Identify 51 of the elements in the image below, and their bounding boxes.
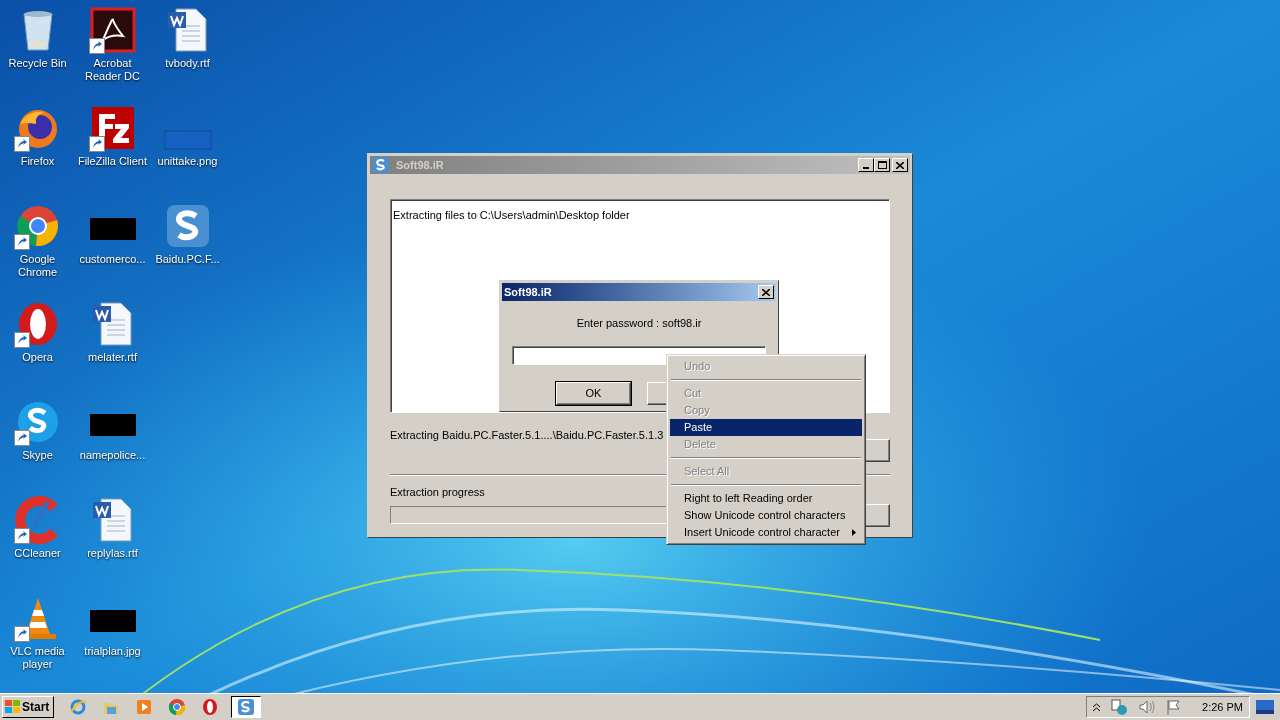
close-icon <box>762 288 770 296</box>
maximize-button[interactable] <box>874 158 890 172</box>
desktop-icon-label[interactable]: Skype <box>0 449 75 462</box>
desktop-icon-label[interactable]: Google Chrome <box>0 253 75 279</box>
desktop-icon-label[interactable]: unittake.png <box>150 155 225 168</box>
chevron-up-icon[interactable] <box>1093 703 1101 711</box>
start-button[interactable]: Start <box>2 696 54 718</box>
close-icon <box>896 161 904 169</box>
status-text: Extracting Baidu.PC.Faster.5.1....\Baidu.PC.Faster.5.1.3 <box>390 429 664 441</box>
menu-item[interactable]: Insert Unicode control character <box>670 524 862 541</box>
chrome-icon <box>168 698 186 716</box>
desktop-icon-label[interactable]: Acrobat Reader DC <box>75 57 150 83</box>
desktop-icon-label[interactable]: namepolice... <box>75 449 150 462</box>
opera-icon <box>201 698 219 716</box>
progress-label: Extraction progress <box>390 485 485 500</box>
password-prompt: Enter password : soft98.ir <box>575 316 703 331</box>
flag-icon[interactable] <box>1166 699 1183 715</box>
close-button[interactable] <box>892 158 908 172</box>
network-icon[interactable] <box>1110 699 1129 715</box>
browser-e-icon <box>69 698 87 716</box>
log-text: Extracting files to C:\Users\admin\Desktop folder <box>393 209 630 221</box>
s-logo-icon <box>237 698 255 716</box>
desktop-icon-label[interactable]: tvbody.rtf <box>150 57 225 70</box>
taskbar-app-button[interactable] <box>231 696 261 718</box>
close-button[interactable] <box>758 285 774 299</box>
desktop-icon-label[interactable]: Baidu.PC.F... <box>150 253 225 266</box>
submenu-arrow-icon <box>852 529 856 536</box>
desktop-icon-label[interactable]: melater.rtf <box>75 351 150 364</box>
minimize-button[interactable] <box>858 158 874 172</box>
clock[interactable]: 2:26 PM <box>1202 698 1243 716</box>
speaker-icon[interactable] <box>1138 699 1157 715</box>
dialog-title: Soft98.iR <box>504 284 553 300</box>
desktop-icon-label[interactable]: trialplan.jpg <box>75 645 150 658</box>
menu-item[interactable]: Right to left Reading order <box>670 490 862 507</box>
media-player-icon <box>135 698 153 716</box>
desktop-icon-label[interactable]: FileZilla Client <box>75 155 150 168</box>
desktop-icon-label[interactable]: Recycle Bin <box>0 57 75 70</box>
s-logo-icon <box>372 156 390 174</box>
window-title: Soft98.iR <box>396 157 445 173</box>
maximize-icon <box>877 161 887 169</box>
desktop-icon-label[interactable]: VLC media player <box>0 645 75 671</box>
windows-logo-icon <box>5 700 21 714</box>
desktop-icon-label[interactable]: replylas.rtf <box>75 547 150 560</box>
desktop-icon-label[interactable]: Firefox <box>0 155 75 168</box>
desktop-icon-label[interactable]: CCleaner <box>0 547 75 560</box>
desktop-icon-label[interactable]: customerco... <box>75 253 150 266</box>
minimize-icon <box>863 167 869 169</box>
desktop-icon-label[interactable]: Opera <box>0 351 75 364</box>
menu-item[interactable]: Paste <box>670 419 862 436</box>
menu-item[interactable]: Show Unicode control characters <box>670 507 862 524</box>
ok-button[interactable]: OK <box>556 381 631 405</box>
